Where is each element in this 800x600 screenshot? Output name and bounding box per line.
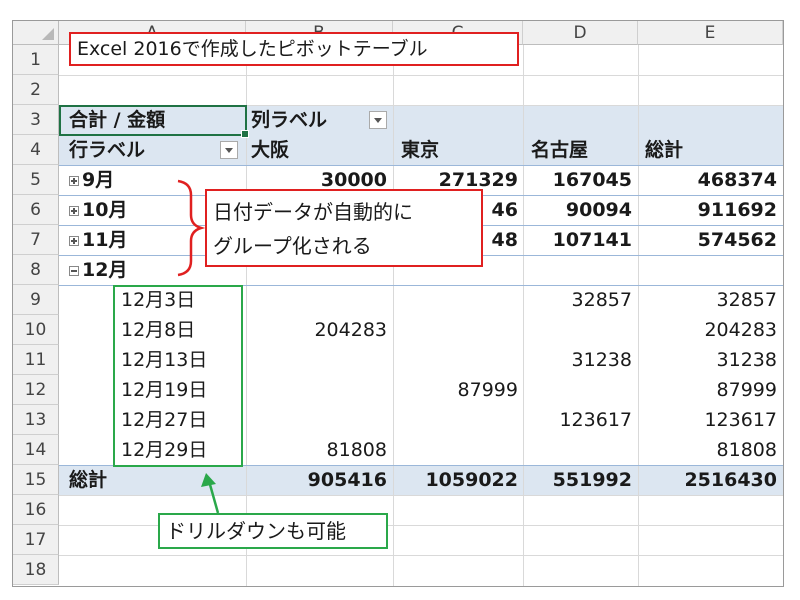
- pivot-value: 167045: [552, 169, 632, 191]
- pivot-col-header-nagoya: 名古屋: [531, 139, 589, 161]
- pivot-value: 123617: [559, 409, 632, 431]
- pivot-value: 81808: [326, 439, 387, 461]
- row-header-1[interactable]: 1: [13, 45, 59, 75]
- pivot-value: 90094: [565, 199, 632, 221]
- pivot-value: 87999: [716, 379, 777, 401]
- row-header-2[interactable]: 2: [13, 75, 59, 105]
- row-header-15[interactable]: 15: [13, 465, 59, 495]
- row-header-17[interactable]: 17: [13, 525, 59, 555]
- pivot-value: 204283: [704, 319, 777, 341]
- grand-total-value: 905416: [307, 469, 387, 491]
- pivot-value: 31238: [571, 349, 632, 371]
- row-header-12[interactable]: 12: [13, 375, 59, 405]
- pivot-value: 87999: [457, 379, 518, 401]
- dropdown-arrow-icon: [374, 117, 382, 123]
- grouping-callout-line2: グループ化される: [213, 234, 372, 258]
- row-header-10[interactable]: 10: [13, 315, 59, 345]
- grouping-callout-line1: 日付データが自動的に: [213, 200, 413, 224]
- row-header-6[interactable]: 6: [13, 195, 59, 225]
- col-header-e[interactable]: E: [638, 21, 783, 45]
- row-header-5[interactable]: 5: [13, 165, 59, 195]
- expand-icon[interactable]: [69, 235, 79, 246]
- pivot-value: 32857: [716, 289, 777, 311]
- row-header-8[interactable]: 8: [13, 255, 59, 285]
- pivot-value: 911692: [697, 199, 777, 221]
- month-row-label-december[interactable]: 12月: [69, 256, 127, 284]
- pivot-value: 204283: [314, 319, 387, 341]
- grand-total-value: 2516430: [684, 469, 777, 491]
- pivot-value: 468374: [697, 169, 777, 191]
- select-all-triangle-icon: [42, 28, 54, 40]
- spreadsheet[interactable]: A B C D E 1 2 3 4 5 6 7 8 9 10 11 12 13 …: [12, 20, 784, 587]
- expand-icon[interactable]: [69, 205, 79, 216]
- row-label-filter-dropdown[interactable]: [220, 141, 238, 159]
- month-row-label[interactable]: 10月: [69, 196, 127, 224]
- row-header-13[interactable]: 13: [13, 405, 59, 435]
- row-header-3[interactable]: 3: [13, 105, 59, 135]
- select-all-corner[interactable]: [13, 21, 59, 45]
- pivot-value: 32857: [571, 289, 632, 311]
- pivot-value: 574562: [697, 229, 777, 251]
- pivot-value: 31238: [716, 349, 777, 371]
- pivot-column-labels: 列ラベル: [251, 109, 328, 131]
- drilldown-callout: ドリルダウンも可能: [158, 513, 388, 549]
- pivot-sum-label: 合計 / 金額: [69, 109, 166, 131]
- expand-icon[interactable]: [69, 175, 79, 186]
- pivot-value: 123617: [704, 409, 777, 431]
- row-header-14[interactable]: 14: [13, 435, 59, 465]
- month-row-label[interactable]: 9月: [69, 166, 114, 194]
- row-header-18[interactable]: 18: [13, 555, 59, 585]
- row-header-7[interactable]: 7: [13, 225, 59, 255]
- date-group-highlight: [113, 285, 243, 467]
- row-header-9[interactable]: 9: [13, 285, 59, 315]
- fill-handle[interactable]: [241, 130, 249, 138]
- row-header-4[interactable]: 4: [13, 135, 59, 165]
- title-callout: Excel 2016で作成したピボットテーブル: [69, 32, 519, 66]
- row-header-11[interactable]: 11: [13, 345, 59, 375]
- month-row-label[interactable]: 11月: [69, 226, 127, 254]
- row-header-16[interactable]: 16: [13, 495, 59, 525]
- dropdown-arrow-icon: [225, 147, 233, 153]
- pivot-col-header-total: 総計: [645, 139, 684, 161]
- pivot-col-header-tokyo: 東京: [401, 139, 440, 161]
- grand-total-value: 1059022: [425, 469, 518, 491]
- column-label-filter-dropdown[interactable]: [369, 111, 387, 129]
- grand-total-value: 551992: [552, 469, 632, 491]
- pivot-col-header-osaka: 大阪: [251, 139, 290, 161]
- grouping-callout: 日付データが自動的に グループ化される: [205, 189, 483, 267]
- col-header-d[interactable]: D: [523, 21, 638, 45]
- collapse-icon[interactable]: [69, 265, 79, 276]
- pivot-value: 107141: [552, 229, 632, 251]
- pivot-row-labels: 行ラベル: [69, 139, 146, 161]
- pivot-value: 81808: [716, 439, 777, 461]
- grand-total-label: 総計: [69, 469, 108, 491]
